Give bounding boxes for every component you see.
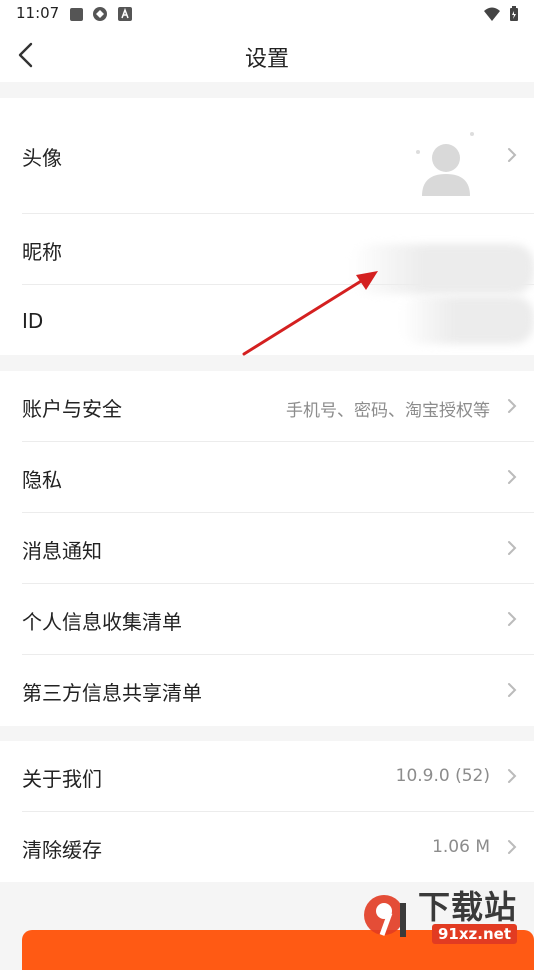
chevron-right-icon bbox=[504, 681, 520, 699]
avatar-label: 头像 bbox=[22, 146, 62, 170]
watermark-domain: 91xz.net bbox=[432, 924, 518, 944]
settings-item-value: 手机号、密码、淘宝授权等 bbox=[286, 401, 490, 421]
id-label: ID bbox=[22, 309, 44, 333]
chevron-right-icon bbox=[504, 838, 520, 856]
wifi-icon bbox=[484, 6, 500, 22]
sync-icon bbox=[92, 6, 108, 22]
settings-item-account-security[interactable]: 账户与安全 手机号、密码、淘宝授权等 bbox=[0, 371, 534, 441]
nickname-label: 昵称 bbox=[22, 240, 62, 264]
watermark-logo-icon bbox=[364, 895, 406, 937]
chevron-right-icon bbox=[504, 397, 520, 415]
decor-dot bbox=[470, 132, 474, 136]
chevron-right-icon bbox=[504, 539, 520, 557]
app-version-value: 10.9.0 (52) bbox=[395, 766, 490, 786]
annotation-arrow-icon bbox=[242, 271, 378, 356]
settings-item-clear-cache[interactable]: 清除缓存 1.06 M bbox=[0, 812, 534, 882]
settings-item-label: 清除缓存 bbox=[22, 838, 102, 862]
header: 设置 bbox=[0, 28, 534, 82]
settings-item-third-party-sharing-list[interactable]: 第三方信息共享清单 bbox=[0, 655, 534, 726]
battery-icon bbox=[506, 6, 522, 22]
settings-item-label: 第三方信息共享清单 bbox=[22, 681, 202, 705]
settings-item-label: 消息通知 bbox=[22, 539, 102, 563]
avatar[interactable] bbox=[418, 140, 474, 196]
default-avatar-icon bbox=[422, 144, 470, 196]
cache-size-value: 1.06 M bbox=[432, 837, 490, 857]
settings-item-label: 个人信息收集清单 bbox=[22, 610, 182, 634]
blurred-id-value bbox=[400, 296, 534, 344]
page-title: 设置 bbox=[244, 47, 289, 72]
settings-item-label: 关于我们 bbox=[22, 767, 102, 791]
settings-item-about-us[interactable]: 关于我们 10.9.0 (52) bbox=[0, 741, 534, 811]
settings-item-notifications[interactable]: 消息通知 bbox=[0, 513, 534, 583]
settings-item-label: 账户与安全 bbox=[22, 397, 122, 421]
app-a-icon bbox=[117, 6, 133, 22]
settings-item-label: 隐私 bbox=[22, 468, 62, 492]
chevron-right-icon bbox=[504, 767, 520, 785]
chevron-right-icon bbox=[504, 610, 520, 628]
watermark-text: 下载站 bbox=[418, 888, 518, 926]
notification-square-icon bbox=[68, 6, 84, 22]
watermark: 下载站 91xz.net bbox=[360, 888, 530, 946]
settings-item-personal-info-list[interactable]: 个人信息收集清单 bbox=[0, 584, 534, 654]
settings-section: 账户与安全 手机号、密码、淘宝授权等 隐私 消息通知 个人信息收集清单 第三方信… bbox=[0, 371, 534, 726]
settings-item-privacy[interactable]: 隐私 bbox=[0, 442, 534, 512]
chevron-right-icon bbox=[504, 146, 520, 164]
status-bar: 11:07 bbox=[0, 0, 534, 28]
status-time: 11:07 bbox=[16, 4, 60, 22]
decor-dot bbox=[416, 150, 420, 154]
chevron-right-icon bbox=[504, 468, 520, 486]
about-section: 关于我们 10.9.0 (52) 清除缓存 1.06 M bbox=[0, 741, 534, 882]
